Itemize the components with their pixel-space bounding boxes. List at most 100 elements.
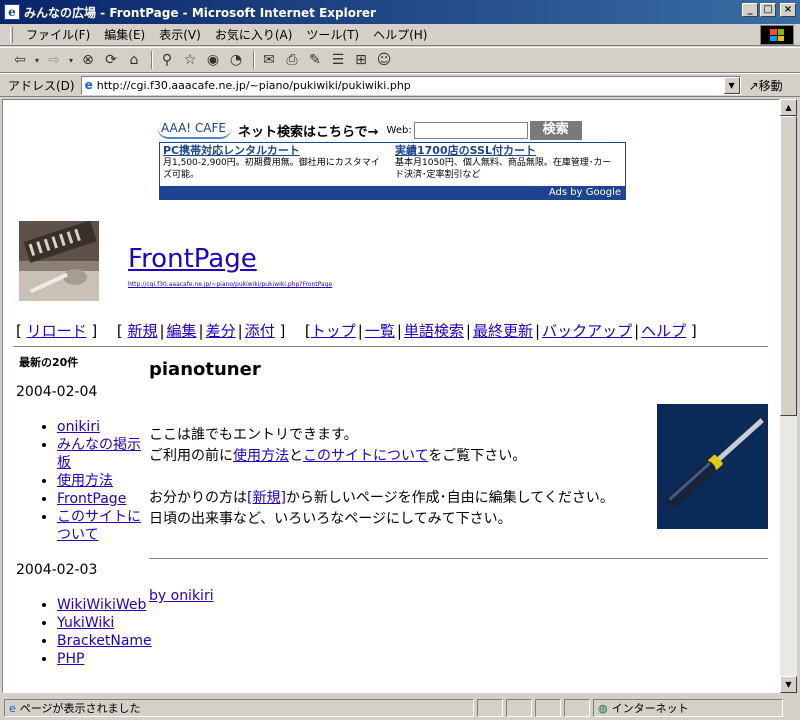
messenger-icon[interactable]: ☺ [374, 50, 394, 70]
zone-text: インターネット [611, 702, 689, 715]
ad-unit-1-head[interactable]: PC携帯対応レンタルカート [163, 145, 388, 157]
page-url[interactable]: http://cgi.f30.aaacafe.ne.jp/~piano/puki… [128, 281, 332, 288]
home-icon[interactable]: ⌂ [124, 50, 144, 70]
close-button[interactable]: × [780, 3, 796, 17]
vertical-scrollbar[interactable]: ▲ ▼ [780, 99, 797, 693]
list-item: このサイトについて [57, 508, 143, 544]
menu-tools[interactable]: ツール(T) [299, 26, 366, 43]
screwdriver-image [657, 404, 768, 529]
search-icon[interactable]: ⚲ [157, 50, 177, 70]
zone-panel: ◍ インターネット [593, 699, 783, 717]
recent-link[interactable]: YukiWiki [57, 615, 114, 631]
menu-view[interactable]: 表示(V) [152, 26, 208, 43]
address-url[interactable]: http://cgi.f30.aaacafe.ne.jp/~piano/puki… [97, 79, 411, 92]
nav-diff[interactable]: 差分 [206, 322, 236, 340]
nav-reload[interactable]: リロード [27, 322, 87, 340]
ie-app-icon[interactable]: e [4, 4, 20, 20]
research-icon[interactable]: ⊞ [351, 50, 371, 70]
content-line-4: 日頃の出来事など、いろいろなページにしてみて下さい。 [149, 511, 512, 527]
menu-bar: ファイル(F) 編集(E) 表示(V) お気に入り(A) ツール(T) ヘルプ(… [0, 24, 800, 46]
recent-link[interactable]: FrontPage [57, 491, 126, 507]
list-item: PHP [57, 650, 143, 668]
list-item: BracketName [57, 632, 152, 650]
edit-icon[interactable]: ✎ [305, 50, 325, 70]
nav-top[interactable]: トップ [311, 322, 356, 340]
nav-edit[interactable]: 編集 [167, 322, 197, 340]
forward-icon[interactable]: ⇨ [44, 50, 64, 70]
list-item: みんなの掲示板 [57, 436, 143, 472]
list-item: WikiWikiWeb [57, 596, 146, 614]
menu-file[interactable]: ファイル(F) [19, 26, 97, 43]
ad-unit-1-body: 月1,500-2,900円。初期費用無。御社用にカスタマイズ可能。 [163, 158, 380, 180]
page-title[interactable]: FrontPage [128, 244, 257, 274]
menu-grip[interactable] [10, 26, 13, 43]
usage-link[interactable]: 使用方法 [233, 448, 289, 464]
aaacafe-logo[interactable]: AAA! CAFE [157, 121, 232, 139]
recent-link[interactable]: PHP [57, 651, 84, 667]
minimize-button[interactable]: _ [742, 3, 758, 17]
search-button[interactable]: 検索 [529, 120, 582, 140]
ad-unit-2-body: 基本月1050円、個人無料、商品無限。在庫管理･カード決済･定率割引など [395, 158, 612, 180]
new-page-link[interactable]: [新規] [247, 490, 286, 506]
address-dropdown-icon[interactable]: ▼ [723, 76, 740, 94]
refresh-icon[interactable]: ⟳ [101, 50, 121, 70]
scroll-thumb[interactable] [780, 116, 797, 416]
nav-list[interactable]: 一覧 [365, 322, 395, 340]
window-title: みんなの広場 - FrontPage - Microsoft Internet … [24, 5, 376, 20]
recent-link[interactable]: BracketName [57, 633, 152, 649]
content-line-1: ここは誰でもエントリできます。 [149, 427, 358, 443]
stop-icon[interactable]: ⊗ [78, 50, 98, 70]
nav-help[interactable]: ヘルプ [641, 322, 686, 340]
scroll-up-icon[interactable]: ▲ [780, 99, 797, 116]
media-icon[interactable]: ◉ [203, 50, 223, 70]
menu-help[interactable]: ヘルプ(H) [366, 26, 434, 43]
go-label: 移動 [758, 78, 783, 93]
divider [13, 346, 768, 347]
menu-edit[interactable]: 編集(E) [97, 26, 152, 43]
recent-link[interactable]: onikiri [57, 419, 100, 435]
content-heading: pianotuner [149, 359, 261, 380]
site-logo[interactable] [19, 221, 99, 301]
status-panel-empty [564, 699, 590, 717]
window-controls: _ □ × [742, 3, 796, 17]
about-link[interactable]: このサイトについて [303, 448, 428, 464]
ad-unit-2[interactable]: 実績1700店のSSL付カート 基本月1050円、個人無料、商品無限。在庫管理･… [395, 145, 620, 181]
address-bar: アドレス(D) e http://cgi.f30.aaacafe.ne.jp/~… [0, 73, 800, 97]
discuss-icon[interactable]: ☰ [328, 50, 348, 70]
recent-link[interactable]: 使用方法 [57, 473, 113, 489]
ads-by-google[interactable]: Ads by Google [160, 186, 625, 199]
web-label: Web: [386, 124, 412, 136]
nav-attach[interactable]: 添付 [245, 322, 275, 340]
go-button[interactable]: ↗移動 [749, 77, 783, 94]
mail-icon[interactable]: ✉ [259, 50, 279, 70]
toolbar-separator [151, 51, 153, 69]
menu-favorites[interactable]: お気に入り(A) [208, 26, 300, 43]
back-icon[interactable]: ⇦ [10, 50, 30, 70]
nav-backup[interactable]: バックアップ [542, 322, 632, 340]
scroll-down-icon[interactable]: ▼ [780, 676, 797, 693]
content-line-2: ご利用の前に使用方法とこのサイトについてをご覧下さい。 [149, 448, 527, 464]
recent-link[interactable]: WikiWikiWeb [57, 597, 146, 613]
maximize-button[interactable]: □ [760, 3, 776, 17]
history-icon[interactable]: ◔ [226, 50, 246, 70]
recent-link[interactable]: このサイトについて [57, 509, 141, 543]
recent-link[interactable]: みんなの掲示板 [57, 437, 141, 471]
nav-search[interactable]: 単語検索 [404, 322, 464, 340]
ad-unit-1[interactable]: PC携帯対応レンタルカート 月1,500-2,900円。初期費用無。御社用にカス… [163, 145, 388, 181]
address-field[interactable]: e http://cgi.f30.aaacafe.ne.jp/~piano/pu… [80, 75, 741, 95]
nav-new[interactable]: 新規 [127, 322, 157, 340]
page-icon: e [84, 78, 93, 92]
status-panel-empty [535, 699, 561, 717]
author-link[interactable]: by onikiri [149, 588, 214, 604]
web-search-input[interactable] [413, 121, 528, 139]
ad-unit-2-head[interactable]: 実績1700店のSSL付カート [395, 145, 620, 157]
toolbar-separator [253, 51, 255, 69]
content-body: ここは誰でもエントリできます。 ご利用の前に使用方法とこのサイトについてをご覧下… [149, 425, 614, 530]
back-dropdown-icon[interactable]: ▾ [33, 50, 41, 70]
globe-icon: ◍ [598, 701, 608, 715]
print-icon[interactable]: ⎙ [282, 50, 302, 70]
recent-list: WikiWikiWeb YukiWiki BracketName PHP [13, 596, 152, 668]
forward-dropdown-icon[interactable]: ▾ [67, 50, 75, 70]
favorites-icon[interactable]: ☆ [180, 50, 200, 70]
nav-recent[interactable]: 最終更新 [473, 322, 533, 340]
